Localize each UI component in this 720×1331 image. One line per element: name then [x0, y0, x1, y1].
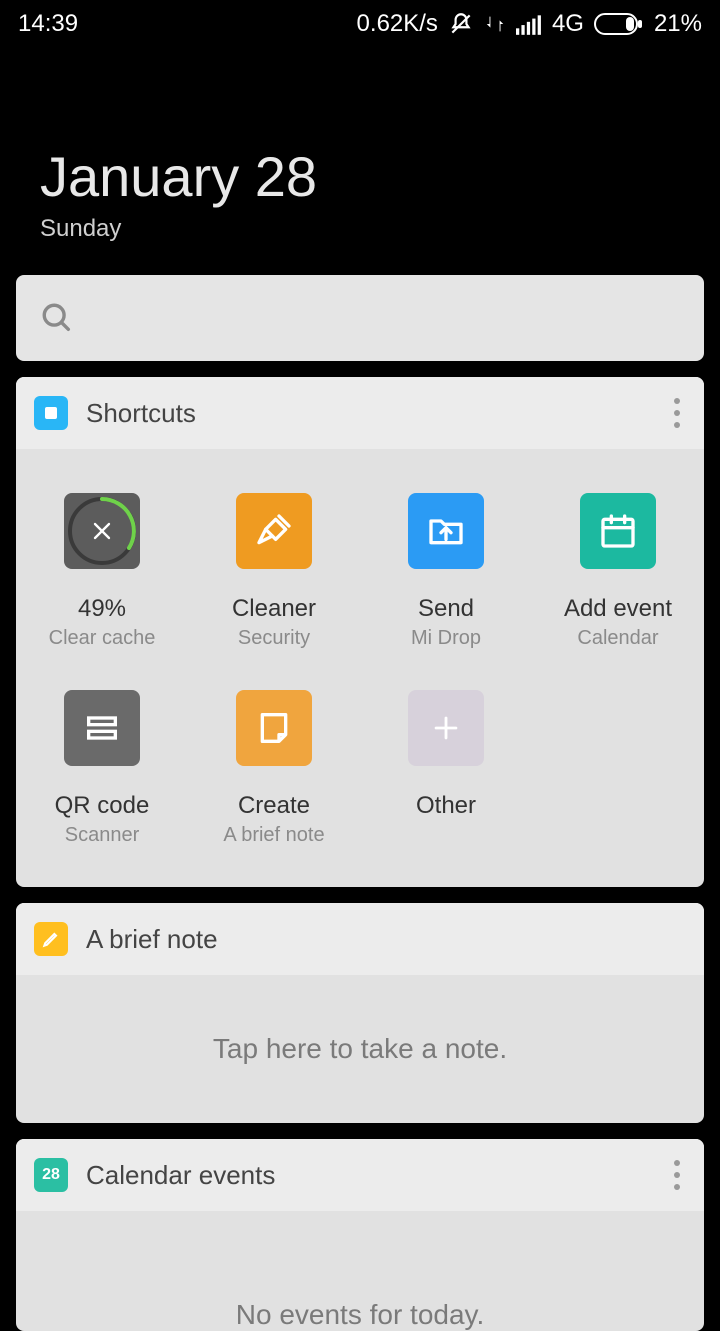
shortcut-add-event[interactable]: Add event Calendar [532, 493, 704, 650]
shortcut-label: 49% [78, 595, 126, 623]
shortcut-sub: Security [238, 627, 310, 650]
upload-folder-icon [408, 493, 484, 569]
note-header: A brief note [16, 903, 704, 975]
battery-icon [594, 13, 644, 35]
note-icon [236, 690, 312, 766]
search-input[interactable] [16, 275, 704, 361]
pencil-icon [34, 922, 68, 956]
status-right: 0.62K/s 4G 21% [357, 10, 702, 38]
more-icon[interactable] [674, 1160, 680, 1190]
note-input[interactable]: Tap here to take a note. [16, 975, 704, 1123]
shortcut-cleaner[interactable]: Cleaner Security [188, 493, 360, 650]
shortcut-qr-code[interactable]: QR code Scanner [16, 690, 188, 847]
shortcut-clear-cache[interactable]: 49% Clear cache [16, 493, 188, 650]
shortcut-label: Cleaner [232, 595, 316, 623]
calendar-card: 28 Calendar events No events for today. [16, 1139, 704, 1331]
shortcut-label: Other [416, 792, 476, 820]
calendar-badge-icon: 28 [34, 1158, 68, 1192]
shortcuts-title: Shortcuts [86, 398, 196, 429]
broom-icon [236, 493, 312, 569]
shortcuts-card: Shortcuts 49% Clear cache C [16, 377, 704, 887]
note-title: A brief note [86, 924, 218, 955]
shortcut-sub: Calendar [577, 627, 658, 650]
battery-percent: 21% [654, 10, 702, 38]
shortcuts-grid: 49% Clear cache Cleaner Security Send Mi… [16, 449, 704, 887]
note-placeholder: Tap here to take a note. [213, 1033, 507, 1065]
status-bar: 14:39 0.62K/s 4G 21% [0, 0, 720, 48]
shortcuts-header: Shortcuts [16, 377, 704, 449]
shortcut-label: Send [418, 595, 474, 623]
status-time: 14:39 [18, 10, 78, 38]
calendar-icon [580, 493, 656, 569]
signal-icon [516, 13, 542, 35]
shortcut-label: Add event [564, 595, 672, 623]
date-block: January 28 Sunday [0, 48, 720, 275]
calendar-header: 28 Calendar events [16, 1139, 704, 1211]
shortcut-label: Create [238, 792, 310, 820]
mute-icon [448, 11, 474, 37]
shortcuts-icon [34, 396, 68, 430]
date-weekday: Sunday [40, 215, 720, 243]
calendar-empty-text: No events for today. [236, 1299, 485, 1331]
shortcut-label: QR code [55, 792, 150, 820]
qr-icon [64, 690, 140, 766]
shortcut-sub: A brief note [223, 824, 324, 847]
net-speed: 0.62K/s [357, 10, 438, 38]
clear-cache-icon [64, 493, 140, 569]
more-icon[interactable] [674, 398, 680, 428]
shortcut-create-note[interactable]: Create A brief note [188, 690, 360, 847]
note-card: A brief note Tap here to take a note. [16, 903, 704, 1123]
shortcut-sub: Clear cache [49, 627, 156, 650]
shortcut-sub: Mi Drop [411, 627, 481, 650]
network-label: 4G [552, 10, 584, 38]
shortcut-send[interactable]: Send Mi Drop [360, 493, 532, 650]
shortcut-other[interactable]: Other [360, 690, 532, 847]
date-long: January 28 [40, 144, 720, 209]
plus-icon [408, 690, 484, 766]
calendar-empty: No events for today. [16, 1211, 704, 1331]
calendar-title: Calendar events [86, 1160, 275, 1191]
data-arrows-icon [484, 11, 506, 37]
shortcut-sub: Scanner [65, 824, 140, 847]
search-icon [40, 301, 74, 335]
